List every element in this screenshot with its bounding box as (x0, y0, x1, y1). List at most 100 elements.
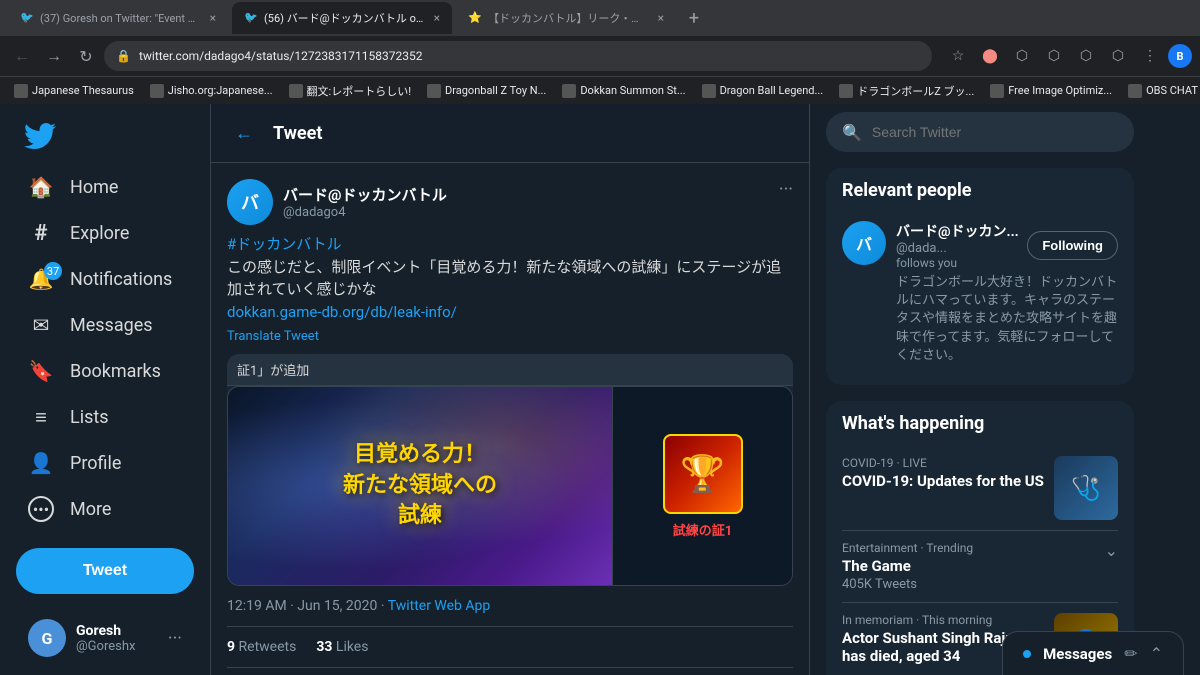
retweet-stat: 9 Retweets (227, 639, 296, 655)
tab-favicon-2: 🐦 (244, 11, 258, 25)
tweet-avatar: バ (227, 179, 273, 225)
nav-actions: ☆ ⬤ ⬡ ⬡ ⬡ ⬡ ⋮ B (944, 42, 1192, 70)
trending-category-the-game: Entertainment · Trending (842, 541, 973, 555)
forward-browser-button[interactable]: → (40, 42, 68, 70)
sidebar-item-home[interactable]: 🏠 Home (16, 164, 194, 210)
extension-3-button[interactable]: ⬡ (1072, 42, 1100, 70)
bookmark-star-button[interactable]: ☆ (944, 42, 972, 70)
twitter-logo[interactable] (16, 112, 194, 160)
sidebar-item-lists[interactable]: ≡ Lists (16, 394, 194, 440)
tweet-header-title: Tweet (273, 123, 322, 144)
trending-item-the-game[interactable]: Entertainment · Trending The Game 405K T… (842, 531, 1118, 603)
tweet-img-left: 目覚める力！新たな領域への試練 (228, 387, 612, 585)
bookmark-honyaku[interactable]: 翻文:レポートらしい! (283, 81, 418, 101)
trending-text-the-game: Entertainment · Trending The Game 405K T… (842, 541, 973, 592)
home-icon: 🏠 (28, 174, 54, 200)
tweet-display-name: バード@ドッカンバトル (283, 184, 447, 205)
browser-tab-2[interactable]: 🐦 (56) バード@ドッカンバトル on Tw... × (232, 2, 452, 34)
sidebar-user-handle: @Goreshx (76, 639, 158, 654)
bookmark-icon-2 (150, 84, 164, 98)
bookmark-label-3: 翻文:レポートらしい! (307, 83, 412, 99)
retweet-count: 9 (227, 639, 235, 655)
browser-tab-1[interactable]: 🐦 (37) Goresh on Twitter: "Event d... × (8, 2, 228, 34)
lists-icon: ≡ (28, 404, 54, 430)
bookmark-obs[interactable]: OBS CHAT (1122, 82, 1200, 100)
tweet-button[interactable]: Tweet (16, 548, 194, 594)
tweet-card: バ バード@ドッカンバトル @dadago4 ··· #ドッカンバトル この感じ… (211, 163, 809, 675)
item-label: 試練の証1 (673, 520, 732, 539)
tab-close-3[interactable]: × (658, 11, 664, 25)
messages-bar[interactable]: Messages ✏ ⌃ (1002, 631, 1184, 675)
relevant-person: バ バード@ドッカン... @dada... follows you Follo… (842, 213, 1118, 373)
back-browser-button[interactable]: ← (8, 42, 36, 70)
sidebar-item-profile[interactable]: 👤 Profile (16, 440, 194, 486)
bookmark-dbz[interactable]: ドラゴンボールZ ブッ... (833, 81, 980, 101)
translate-tweet-link[interactable]: Translate Tweet (227, 329, 793, 344)
sidebar-label-notifications: Notifications (70, 269, 172, 290)
messages-bar-title: Messages (1043, 645, 1112, 663)
bookmark-dbz-toy[interactable]: Dragonball Z Toy N... (421, 82, 552, 100)
sidebar-label-messages: Messages (70, 315, 153, 336)
trending-name-covid: COVID-19: Updates for the US (842, 472, 1044, 490)
compose-message-icon[interactable]: ✏ (1124, 644, 1137, 663)
address-bar[interactable]: 🔒 twitter.com/dadago4/status/12723831711… (104, 41, 932, 71)
sidebar-item-explore[interactable]: # Explore (16, 210, 194, 256)
sidebar-user[interactable]: G Goresh @Goreshx ··· (16, 609, 194, 667)
bookmark-dbl[interactable]: Dragon Ball Legend... (696, 82, 830, 100)
search-box[interactable]: 🔍 (826, 112, 1134, 152)
back-button[interactable]: ← (227, 116, 261, 150)
bookmark-jisho[interactable]: Jisho.org:Japanese... (144, 82, 279, 100)
trending-chevron-the-game[interactable]: ⌄ (1105, 541, 1118, 560)
bookmark-freeimage[interactable]: Free Image Optimiz... (984, 82, 1118, 100)
trending-category-sushant: In memoriam · This morning (842, 613, 1054, 627)
tab-close-1[interactable]: × (210, 11, 216, 25)
jp-image-text: 目覚める力！新たな領域への試練 (343, 440, 497, 532)
tab-favicon-3: ⭐ (468, 11, 482, 25)
extension-4-button[interactable]: ⬡ (1104, 42, 1132, 70)
tab-favicon-1: 🐦 (20, 11, 34, 25)
reload-button[interactable]: ↻ (72, 42, 100, 70)
sidebar-label-bookmarks: Bookmarks (70, 361, 161, 382)
tweet-link[interactable]: dokkan.game-db.org/db/leak-info/ (227, 303, 457, 321)
sidebar-item-messages[interactable]: ✉ Messages (16, 302, 194, 348)
bookmark-dokkan[interactable]: Dokkan Summon St... (556, 82, 691, 100)
tab-close-2[interactable]: × (434, 11, 440, 25)
tweet-user-info: バ バード@ドッカンバトル @dadago4 (227, 179, 447, 225)
tweet-image: 証1」が追加 目覚める力！新たな領域への試練 🏆 試練の証1 (227, 354, 793, 586)
explore-icon: # (28, 220, 54, 246)
main-content: ← Tweet バ バード@ドッカンバトル @dadago4 ··· #ドッカン… (210, 104, 810, 675)
extensions-button[interactable]: ⬤ (976, 42, 1004, 70)
whats-happening-title: What's happening (842, 413, 1118, 434)
tweet-via-link[interactable]: Twitter Web App (388, 598, 491, 614)
search-input[interactable] (872, 124, 1118, 140)
extension-1-button[interactable]: ⬡ (1008, 42, 1036, 70)
relevant-person-info: バード@ドッカン... @dada... follows you Followi… (896, 221, 1118, 365)
bookmark-icon-3 (289, 84, 303, 98)
bookmark-icon-9 (1128, 84, 1142, 98)
tweet-img-right: 🏆 試練の証1 (612, 387, 792, 585)
more-browser-button[interactable]: ⋮ (1136, 42, 1164, 70)
trending-item-covid[interactable]: COVID-19 · LIVE COVID-19: Updates for th… (842, 446, 1118, 531)
tweet-content: #ドッカンバトル この感じだと、制限イベント「目覚める力！新たな領域への試練」に… (227, 233, 793, 323)
expand-messages-icon[interactable]: ⌃ (1150, 644, 1163, 663)
sidebar-label-more: More (70, 499, 111, 520)
bookmark-japanese-thesaurus[interactable]: Japanese Thesaurus (8, 82, 140, 100)
notification-badge: 37 (44, 262, 62, 280)
tweet-menu-button[interactable]: ··· (779, 179, 793, 200)
sidebar: 🏠 Home # Explore 🔔 37 Notifications ✉ Me… (0, 104, 210, 675)
bookmark-icon-4 (427, 84, 441, 98)
browser-tab-3[interactable]: ⭐ 【ドッカンバトル】リーク・装備情報まと... × (456, 2, 676, 34)
sidebar-item-bookmarks[interactable]: 🔖 Bookmarks (16, 348, 194, 394)
relevant-people-title: Relevant people (842, 180, 1118, 201)
extension-2-button[interactable]: ⬡ (1040, 42, 1068, 70)
following-button[interactable]: Following (1027, 231, 1118, 260)
new-tab-button[interactable]: + (680, 4, 708, 32)
like-label: Likes (336, 639, 369, 655)
sidebar-item-more[interactable]: ••• More (16, 486, 194, 532)
profile-avatar-button[interactable]: B (1168, 44, 1192, 68)
bookmark-icon-8 (990, 84, 1004, 98)
rp-name: バード@ドッカン... (896, 221, 1019, 241)
sidebar-item-notifications[interactable]: 🔔 37 Notifications (16, 256, 194, 302)
trending-row-the-game: Entertainment · Trending The Game 405K T… (842, 541, 1118, 592)
tweet-hashtag[interactable]: #ドッカンバトル (227, 235, 342, 253)
